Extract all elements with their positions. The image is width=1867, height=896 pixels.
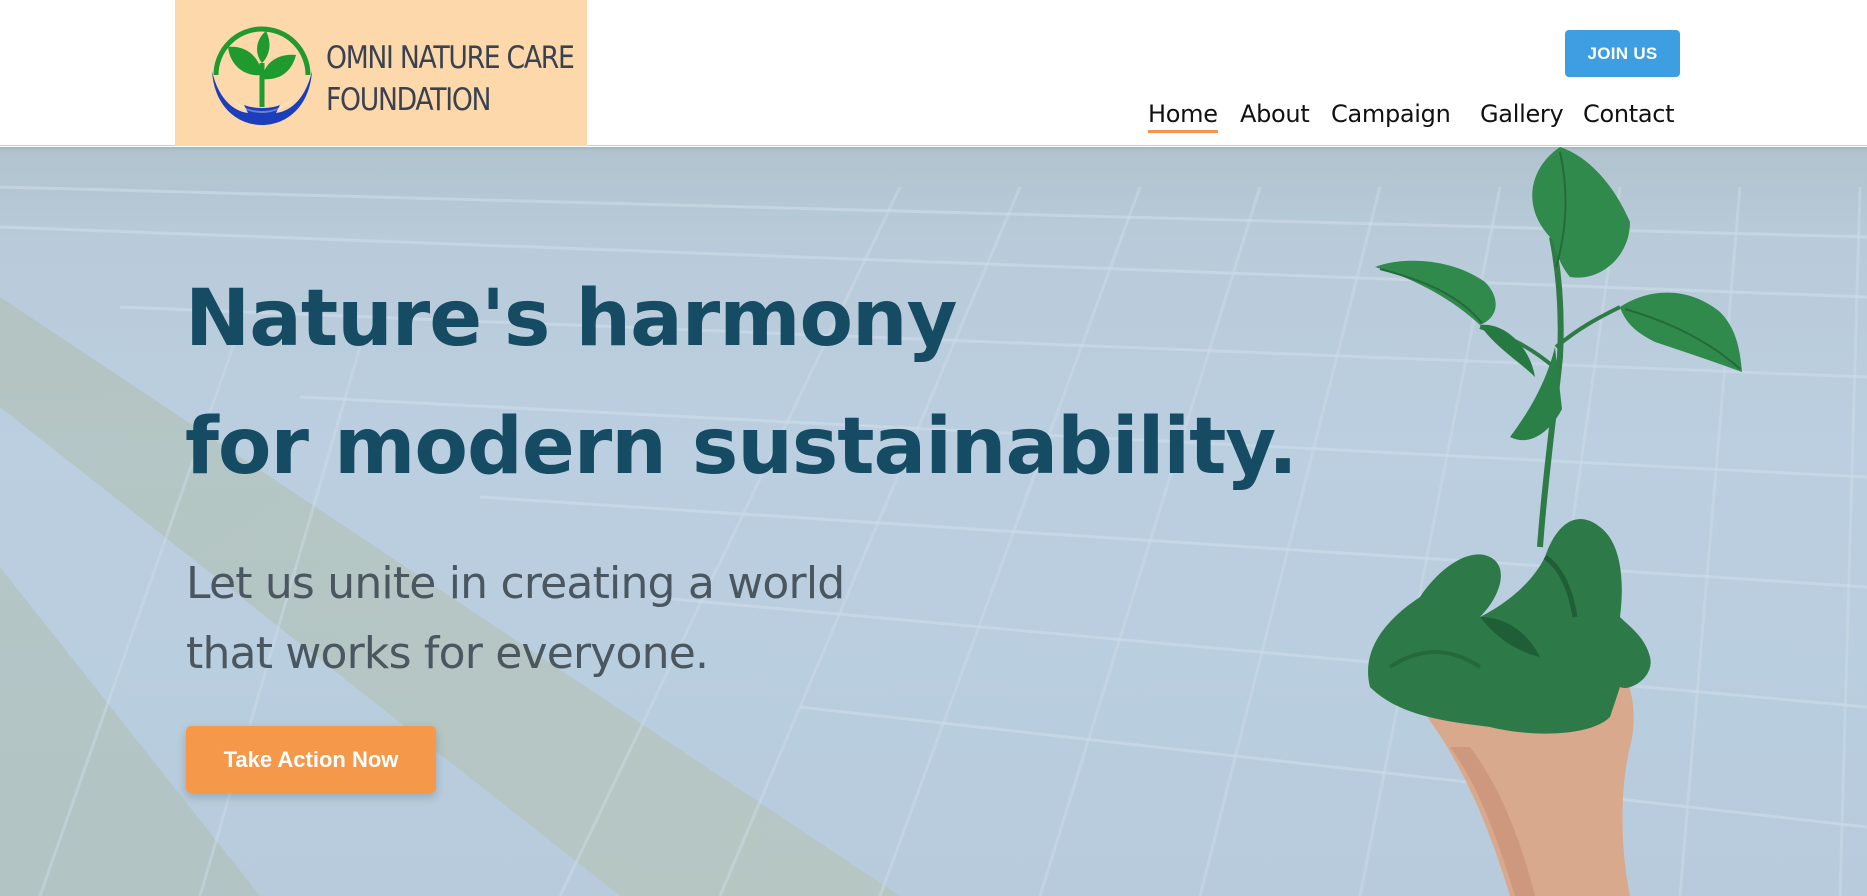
take-action-button[interactable]: Take Action Now [186,726,436,793]
hero-section: Nature's harmony for modern sustainabili… [0,147,1867,896]
nav-item-about[interactable]: About [1240,100,1310,128]
hand-holding-seedling-image [1368,147,1742,896]
nav-item-home[interactable]: Home [1148,100,1218,133]
hero-subtitle: Let us unite in creating a world that wo… [186,549,845,689]
hero-title-line2: for modern sustainability. [185,402,1298,492]
nav-item-contact[interactable]: Contact [1583,100,1675,128]
site-header: OMNI NATURE CARE FOUNDATION JOIN US Home… [0,0,1867,146]
brand-name-line1: OMNI NATURE CARE [326,40,575,76]
nav-item-campaign[interactable]: Campaign [1331,100,1451,128]
main-nav: Home About Campaign Gallery Contact [0,100,1867,140]
hero-subtitle-line1: Let us unite in creating a world [186,558,845,609]
nav-item-gallery[interactable]: Gallery [1480,100,1564,128]
hero-title: Nature's harmony for modern sustainabili… [185,255,1298,511]
hero-title-line1: Nature's harmony [185,274,957,364]
hero-subtitle-line2: that works for everyone. [186,628,709,679]
join-us-button[interactable]: JOIN US [1565,30,1680,77]
